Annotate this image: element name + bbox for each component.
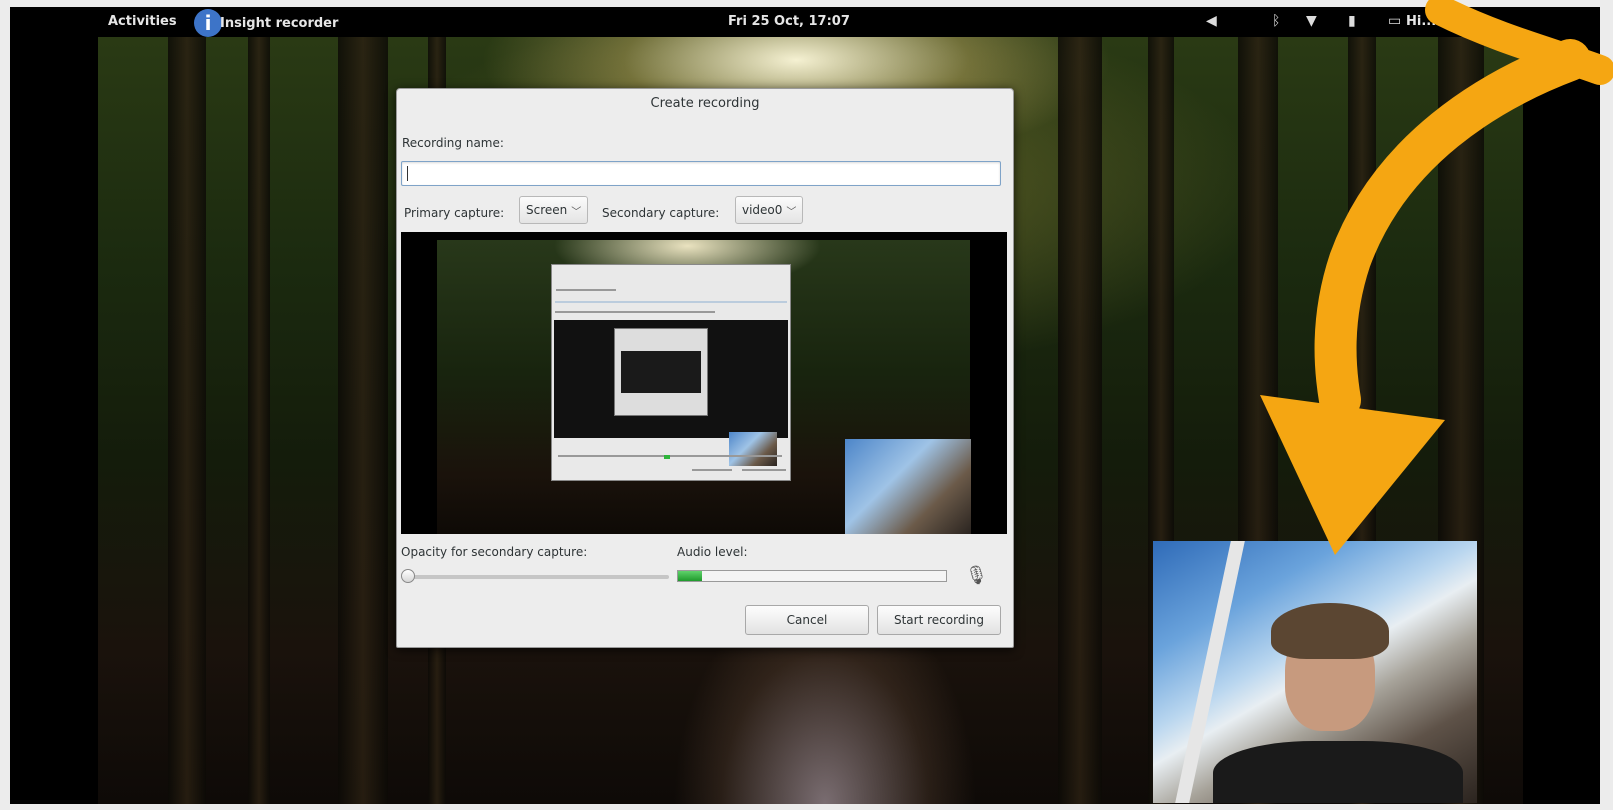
app-menu[interactable]: i Insight recorder bbox=[194, 9, 338, 37]
opacity-label: Opacity for secondary capture: bbox=[401, 545, 588, 559]
secondary-capture-label: Secondary capture: bbox=[602, 206, 720, 220]
chevron-down-icon: ﹀ bbox=[571, 206, 582, 218]
preview-mini-dialog bbox=[551, 264, 791, 481]
recording-name-label: Recording name: bbox=[402, 136, 504, 150]
accessibility-icon: i bbox=[194, 9, 222, 37]
clock[interactable]: Fri 25 Oct, 17:07 bbox=[728, 14, 850, 29]
volume-icon[interactable]: ◀ bbox=[1206, 13, 1217, 29]
opacity-slider-handle[interactable] bbox=[401, 569, 415, 583]
audio-level-fill bbox=[678, 571, 703, 581]
recording-name-input[interactable] bbox=[401, 161, 1001, 186]
preview-mini-webcam bbox=[729, 432, 777, 466]
dialog-title: Create recording bbox=[650, 96, 760, 111]
create-recording-dialog: Create recording Recording name: Primary… bbox=[396, 88, 1014, 648]
preview-webcam bbox=[845, 439, 971, 534]
preview-top-panel bbox=[401, 232, 1007, 240]
activities-button[interactable]: Activities bbox=[108, 14, 177, 29]
webcam-overlay bbox=[1153, 541, 1477, 803]
audio-level-label: Audio level: bbox=[677, 545, 748, 559]
app-menu-label: Insight recorder bbox=[220, 15, 339, 31]
audio-level-meter bbox=[677, 570, 947, 582]
start-recording-button[interactable]: Start recording bbox=[877, 605, 1001, 635]
capture-preview bbox=[401, 232, 1007, 534]
primary-capture-select[interactable]: Screen ﹀ bbox=[519, 196, 589, 224]
primary-capture-value: Screen bbox=[526, 203, 568, 217]
primary-capture-label: Primary capture: bbox=[404, 206, 505, 220]
opacity-slider-track[interactable] bbox=[407, 575, 669, 579]
annotation-arrow bbox=[1260, 0, 1613, 555]
secondary-capture-select[interactable]: video0 ﹀ bbox=[735, 196, 804, 224]
secondary-capture-value: video0 bbox=[742, 203, 783, 217]
microphone-icon: 🎙 bbox=[965, 565, 988, 586]
preview-mini-capture bbox=[554, 320, 788, 466]
chevron-down-icon: ﹀ bbox=[786, 206, 797, 218]
cancel-button[interactable]: Cancel bbox=[745, 605, 869, 635]
